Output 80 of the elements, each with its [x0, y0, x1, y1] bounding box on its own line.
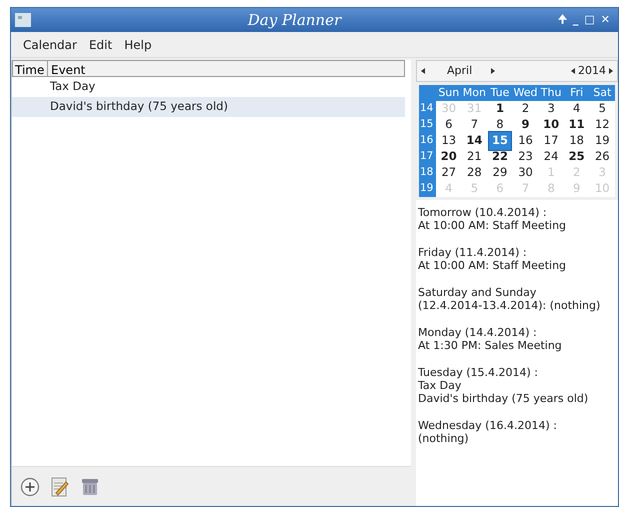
weekday-label: Tue [490, 85, 510, 101]
window-control[interactable]: 🠉 [558, 12, 567, 28]
event-row[interactable]: David's birthday (75 years old) [12, 97, 405, 117]
calendar-day[interactable]: 9 [518, 116, 533, 134]
agenda-line: (12.4.2014-13.4.2014): (nothing) [418, 299, 602, 312]
column-header[interactable]: Event [48, 61, 404, 76]
agenda-line: Monday (14.4.2014) : [418, 326, 538, 339]
calendar-day[interactable]: 5 [596, 100, 609, 118]
weekday-label: Sat [592, 85, 612, 101]
window-title: Day Planner [246, 10, 343, 31]
calendar-day[interactable]: 14 [463, 132, 486, 150]
week-number: 17 [419, 149, 434, 164]
week-number: 18 [419, 165, 434, 180]
agenda-line: At 10:00 AM: Staff Meeting [418, 259, 568, 272]
weekday-label: Fri [569, 85, 584, 101]
agenda-line: Wednesday (16.4.2014) : [418, 419, 558, 432]
calendar-day[interactable]: 17 [540, 132, 562, 150]
column-header[interactable]: Time [13, 61, 48, 76]
week-number: 19 [419, 181, 434, 196]
calendar-day[interactable]: 25 [566, 148, 588, 166]
calendar-day[interactable]: 29 [490, 164, 510, 182]
calendar-day[interactable]: 12 [592, 116, 613, 134]
calendar-day[interactable]: 23 [515, 148, 536, 166]
menu-item[interactable]: Help [124, 36, 152, 54]
window-control[interactable]: _ [572, 12, 578, 28]
weekday-label: Mon [462, 85, 487, 101]
year-label: 2014 [578, 62, 606, 79]
week-number: 15 [419, 117, 434, 132]
prev-month-arrow-icon[interactable] [421, 68, 425, 74]
calendar-day[interactable]: 20 [438, 148, 460, 166]
menu-item[interactable]: Edit [88, 36, 112, 54]
window-control[interactable]: ✕ [600, 12, 610, 28]
agenda-line: David's birthday (75 years old) [418, 392, 590, 405]
weekday-label: Sun [437, 85, 460, 101]
prev-year-arrow-icon[interactable] [571, 68, 575, 74]
next-month-arrow-icon[interactable] [491, 68, 495, 74]
calendar-day[interactable]: 16 [515, 132, 536, 150]
calendar-day[interactable]: 4 [570, 100, 584, 118]
month-label: April [447, 62, 474, 79]
calendar-day[interactable]: 2 [518, 100, 532, 118]
notepad-pencil-icon[interactable] [50, 476, 70, 498]
calendar-day[interactable]: 21 [464, 148, 485, 166]
window-control[interactable]: □ [584, 12, 595, 28]
calendar-day[interactable]: 3 [544, 100, 558, 118]
agenda-line: (nothing) [418, 432, 470, 445]
calendar-day[interactable]: 27 [438, 164, 460, 182]
menu-item[interactable]: Calendar [23, 36, 77, 54]
calendar-day[interactable]: 18 [566, 132, 587, 150]
calendar-day[interactable]: 11 [566, 116, 588, 134]
calendar-day[interactable]: 15 [488, 131, 512, 151]
plus-icon[interactable] [20, 476, 40, 496]
calendar-day[interactable]: 24 [540, 148, 562, 166]
agenda-line: Tax Day [418, 379, 462, 392]
calendar-day[interactable]: 30 [515, 164, 536, 182]
agenda-line: Saturday and Sunday [418, 286, 538, 299]
agenda-line: At 10:00 AM: Staff Meeting [418, 219, 568, 232]
event-cell-text: David's birthday (75 years old) [50, 98, 228, 116]
calendar-day[interactable]: 19 [592, 132, 613, 150]
trash-icon[interactable] [80, 476, 100, 496]
agenda-line: Tuesday (15.4.2014) : [418, 366, 540, 379]
event-cell-text: Tax Day [50, 78, 96, 96]
agenda-line: Friday (11.4.2014) : [418, 246, 528, 259]
calendar-day[interactable]: 13 [438, 132, 460, 150]
calendar-day[interactable]: 22 [488, 148, 511, 166]
week-number: 16 [419, 133, 434, 148]
event-row[interactable]: Tax Day [12, 77, 405, 97]
week-number: 14 [419, 101, 434, 116]
weekday-label: Wed [512, 85, 538, 101]
calendar-day[interactable]: 8 [493, 116, 507, 134]
calendar-day[interactable]: 6 [442, 116, 456, 134]
calendar-day[interactable]: 28 [464, 164, 485, 182]
app-icon [15, 13, 31, 27]
agenda-line: At 1:30 PM: Sales Meeting [418, 339, 563, 352]
calendar-day[interactable]: 26 [592, 148, 613, 166]
weekday-label: Thu [540, 85, 562, 101]
next-year-arrow-icon[interactable] [609, 68, 613, 74]
calendar-day[interactable]: 7 [468, 116, 482, 134]
calendar-day[interactable]: 10 [540, 116, 562, 134]
calendar-day[interactable]: 1 [492, 100, 507, 118]
agenda-line: Tomorrow (10.4.2014) : [418, 206, 548, 219]
